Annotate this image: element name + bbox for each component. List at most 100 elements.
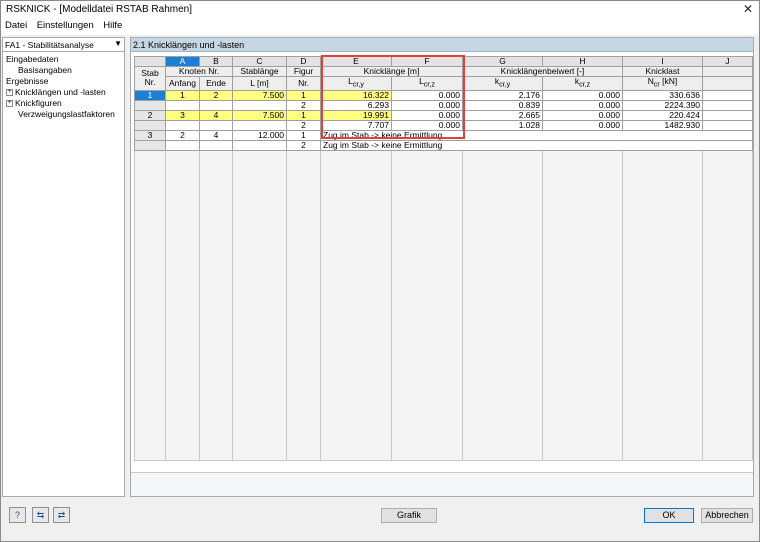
cancel-button[interactable]: Abbrechen [701,508,753,523]
cell-kcrz[interactable]: 0.000 [542,109,623,121]
cell-note[interactable]: Zug im Stab -> keine Ermittlung [320,129,753,141]
menu-hilfe[interactable]: Hilfe [99,19,125,31]
cell-ncr[interactable]: 330.636 [622,89,703,101]
row-header[interactable] [134,119,166,131]
row-header-stab-1[interactable]: 1 [134,89,166,101]
corner-cell[interactable] [134,56,166,67]
cell-ncr[interactable]: 220.424 [622,109,703,121]
menu-einstellungen[interactable]: Einstellungen [33,19,97,31]
cell-ende[interactable]: 2 [199,89,233,101]
column-header-a[interactable]: A [165,56,200,67]
cell-lcrz[interactable]: 0.000 [391,99,463,111]
header-kcrz: kcr,z [542,76,623,91]
import-icon[interactable]: ⇆ [32,507,49,523]
cell-figur[interactable]: 2 [286,119,321,131]
cell-j[interactable] [702,99,753,111]
row-header-stab-3[interactable]: 3 [134,129,166,141]
tree-item-knickfiguren[interactable]: + Knickfiguren [6,98,115,109]
cell-anfang[interactable] [165,119,200,131]
cell-kcry[interactable]: 2.665 [462,109,543,121]
cell-lcry[interactable]: 16.322 [320,89,392,101]
column-header-g[interactable]: G [462,56,543,67]
empty-row-header [134,149,166,461]
table-row: 2 7.707 0.000 1.028 0.000 1482.930 [134,119,753,131]
cell-kcry[interactable]: 2.176 [462,89,543,101]
column-header-i[interactable]: I [622,56,703,67]
cell-anfang[interactable] [165,99,200,111]
analysis-case-select[interactable]: FA1 - Stabilitätsanalyse ▼ [3,38,124,52]
cell-ncr[interactable]: 2224.390 [622,99,703,111]
cell-laenge[interactable] [232,119,287,131]
cell-anfang[interactable]: 1 [165,89,200,101]
grafik-button[interactable]: Grafik [381,508,437,523]
cell-ende[interactable] [199,99,233,111]
cell-figur[interactable]: 2 [286,139,321,151]
header-kcry: kcr,y [462,76,543,91]
cell-anfang[interactable]: 2 [165,129,200,141]
cell-ende[interactable]: 4 [199,129,233,141]
tree-item-basisangaben[interactable]: Basisangaben [6,65,115,76]
header-anfang: Anfang [165,76,200,91]
cell-laenge[interactable]: 7.500 [232,109,287,121]
cell-j[interactable] [702,119,753,131]
header-lcrz-sub: cr,z [423,80,435,89]
empty-grid-area [134,149,753,461]
row-header-stab-2[interactable]: 2 [134,109,166,121]
table-row: 2 3 4 7.500 1 19.991 0.000 2.665 0.000 2… [134,109,753,121]
tree-item-knicklaengen[interactable]: + Knicklängen und -lasten [6,87,115,98]
column-header-e[interactable]: E [320,56,392,67]
cell-ende[interactable] [199,119,233,131]
tree-item-verzweigung[interactable]: Verzweigungslastfaktoren [6,109,115,120]
cell-j[interactable] [702,89,753,101]
row-header[interactable] [134,99,166,111]
expand-icon[interactable]: + [6,100,13,108]
cell-laenge[interactable] [232,99,287,111]
tree-group-input[interactable]: Eingabedaten [6,54,115,65]
cell-lcrz[interactable]: 0.000 [391,109,463,121]
close-icon[interactable]: ✕ [743,2,753,16]
cell-lcry[interactable]: 7.707 [320,119,392,131]
cell-kcrz[interactable]: 0.000 [542,99,623,111]
title-bar: RSKNICK - [Modelldatei RSTAB Rahmen] ✕ [1,1,759,19]
help-icon[interactable]: ? [9,507,26,523]
cell-anfang[interactable]: 3 [165,109,200,121]
column-header-h[interactable]: H [542,56,623,67]
cell-kcrz[interactable]: 0.000 [542,119,623,131]
cell-kcrz[interactable]: 0.000 [542,89,623,101]
cell-ende[interactable] [199,139,233,151]
cell-laenge[interactable] [232,139,287,151]
column-header-c[interactable]: C [232,56,287,67]
tree-group-results[interactable]: Ergebnisse [6,76,115,87]
cell-figur[interactable]: 1 [286,109,321,121]
table-row: 2 6.293 0.000 0.839 0.000 2224.390 [134,99,753,111]
cell-lcrz[interactable]: 0.000 [391,119,463,131]
ok-button[interactable]: OK [644,508,694,523]
cell-lcry[interactable]: 6.293 [320,99,392,111]
cell-note[interactable]: Zug im Stab -> keine Ermittlung [320,139,753,151]
column-header-b[interactable]: B [199,56,233,67]
column-header-d[interactable]: D [286,56,321,67]
section-title: 2.1 Knicklängen und -lasten [133,40,245,50]
column-header-j[interactable]: J [702,56,753,67]
export-icon[interactable]: ⇄ [53,507,70,523]
cell-j[interactable] [702,109,753,121]
header-ncr-unit: [kN] [662,76,678,86]
cell-lcry[interactable]: 19.991 [320,109,392,121]
expand-icon[interactable]: + [6,89,13,97]
row-header[interactable] [134,139,166,151]
cell-laenge[interactable]: 7.500 [232,89,287,101]
chevron-down-icon[interactable]: ▼ [114,39,122,48]
cell-kcry[interactable]: 1.028 [462,119,543,131]
cell-figur[interactable]: 1 [286,129,321,141]
cell-laenge[interactable]: 12.000 [232,129,287,141]
header-lcry: Lcr,y [320,76,392,91]
cell-kcry[interactable]: 0.839 [462,99,543,111]
menu-datei[interactable]: Datei [1,19,30,31]
cell-ende[interactable]: 4 [199,109,233,121]
cell-figur[interactable]: 2 [286,99,321,111]
cell-ncr[interactable]: 1482.930 [622,119,703,131]
column-header-f[interactable]: F [391,56,463,67]
cell-lcrz[interactable]: 0.000 [391,89,463,101]
cell-anfang[interactable] [165,139,200,151]
cell-figur[interactable]: 1 [286,89,321,101]
